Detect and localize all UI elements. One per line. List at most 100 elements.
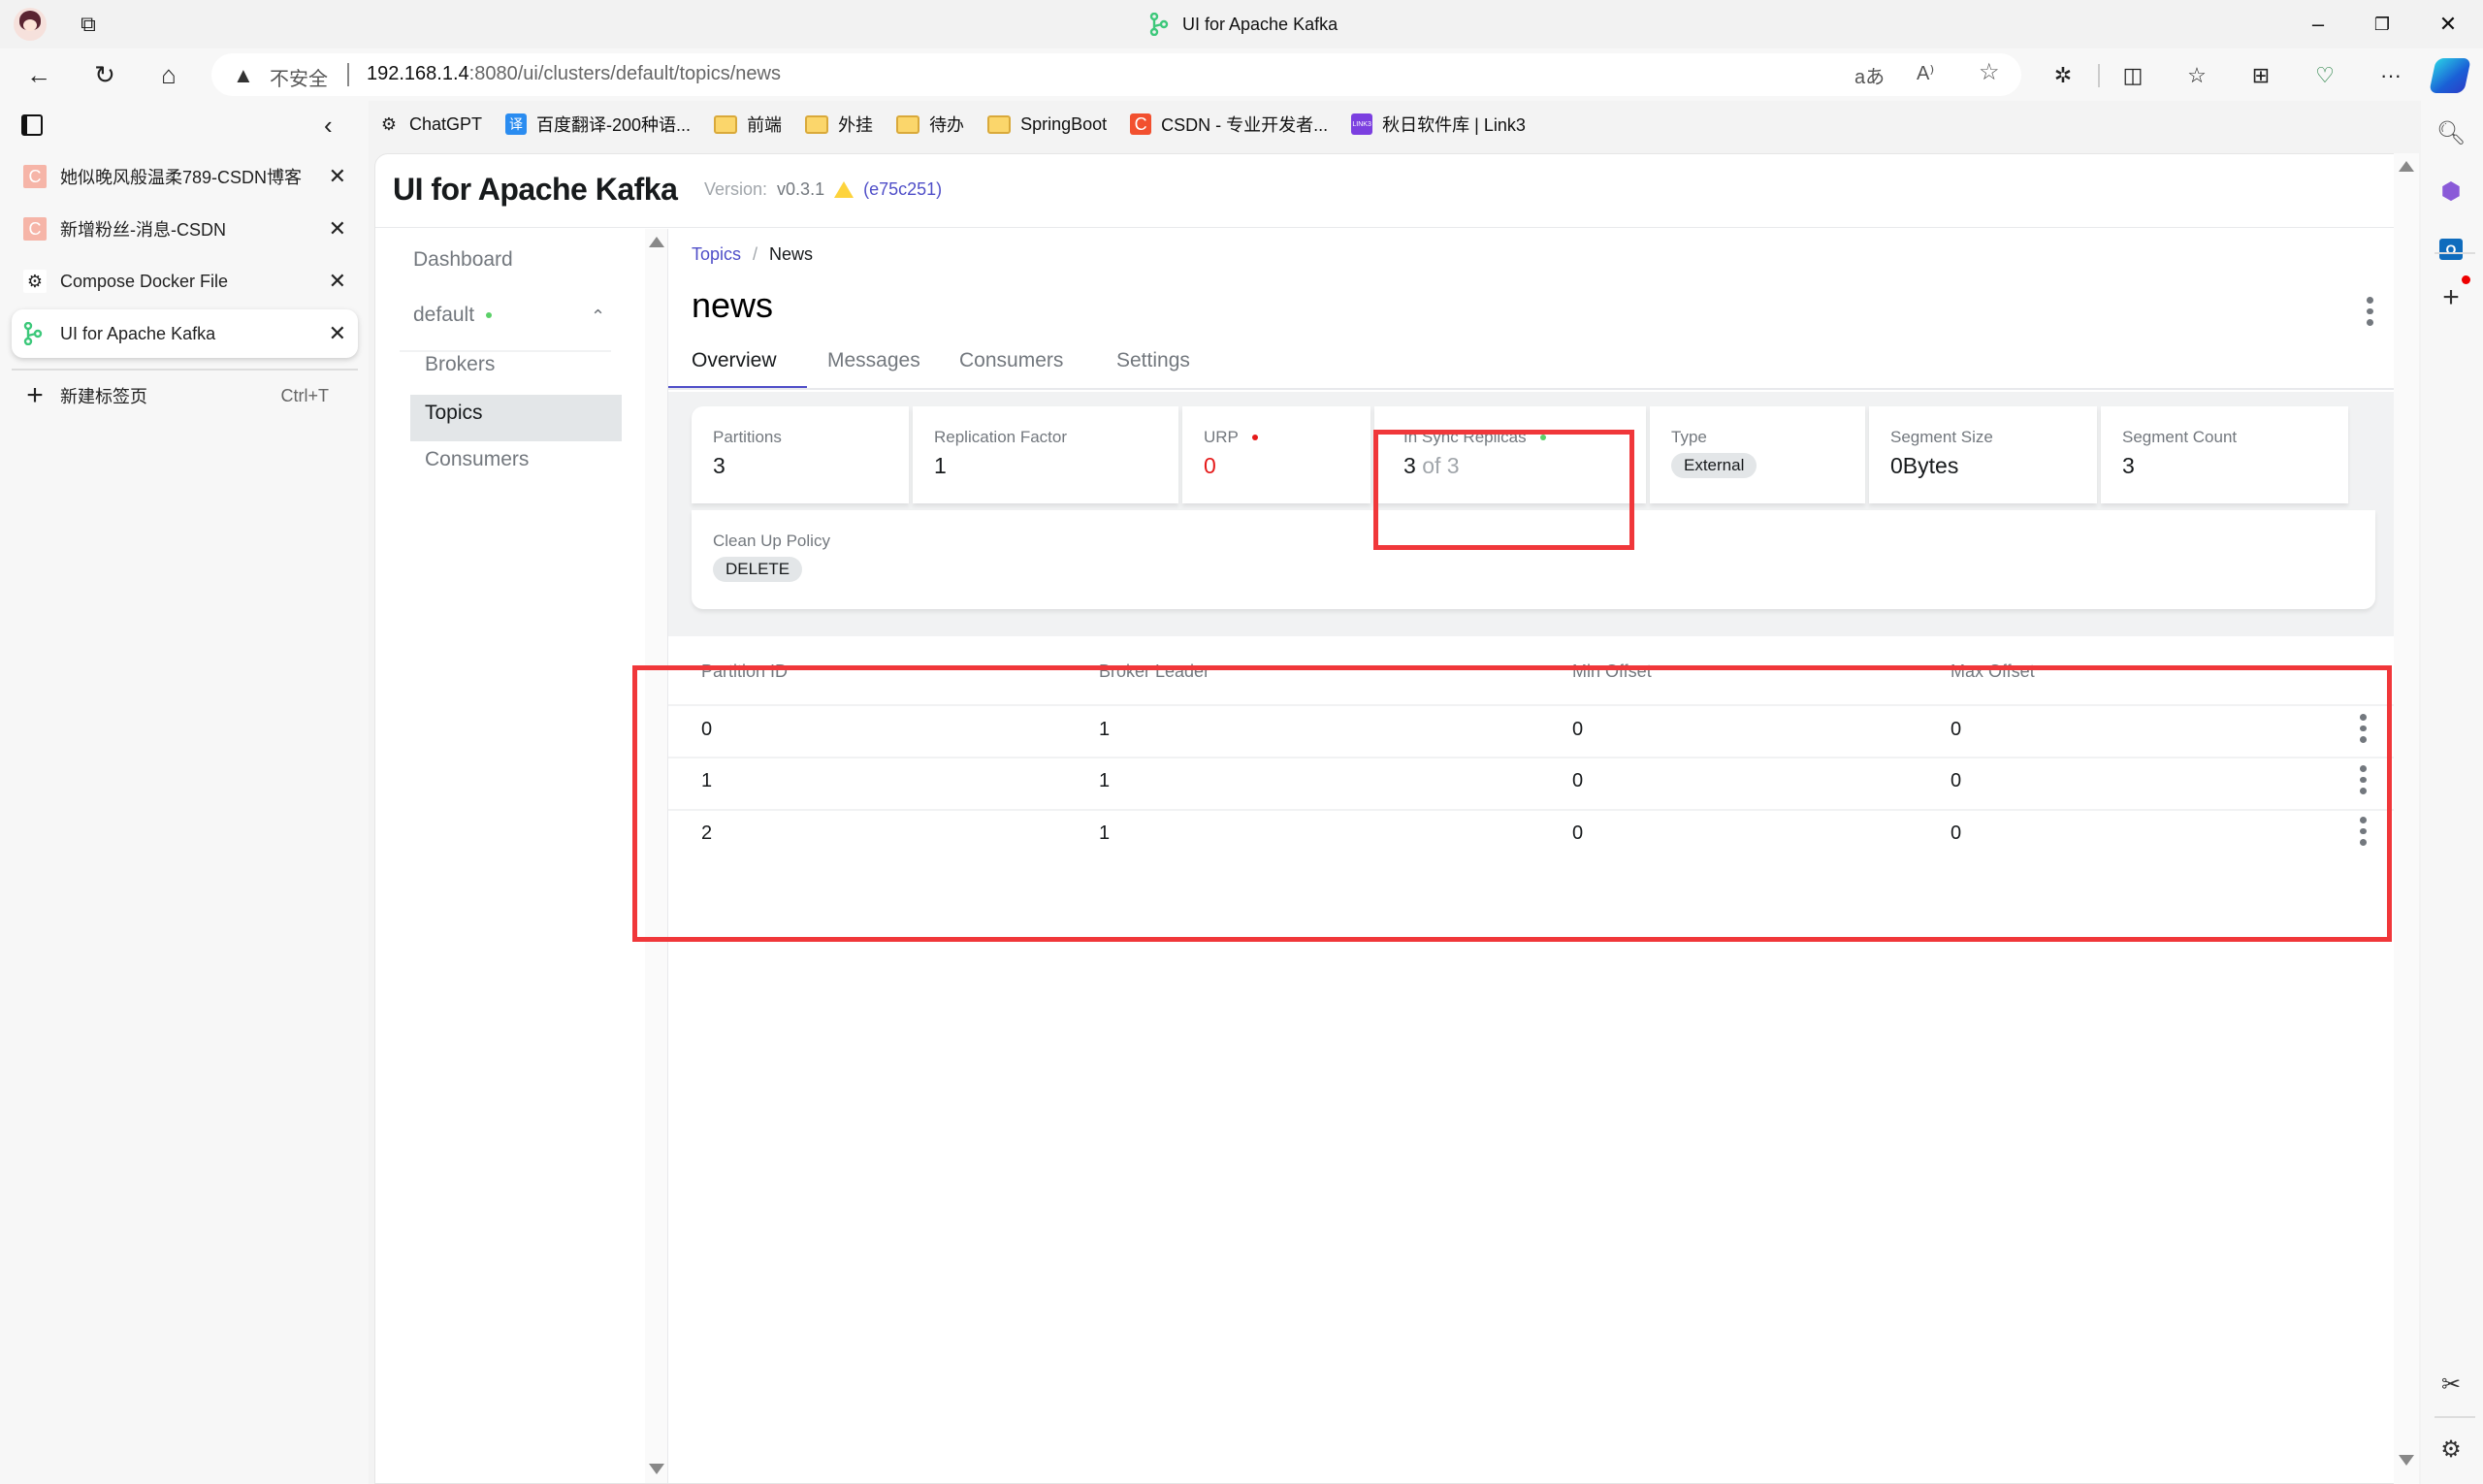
- chatgpt-icon: ⚙: [380, 113, 398, 134]
- home-button[interactable]: ⌂: [151, 57, 186, 92]
- translate-icon[interactable]: aあ: [1854, 61, 1885, 89]
- nav-consumers[interactable]: Consumers: [425, 448, 529, 471]
- tab-consumers[interactable]: Consumers: [959, 349, 1063, 372]
- minimize-button[interactable]: –: [2289, 8, 2347, 41]
- nav-brokers[interactable]: Brokers: [425, 353, 495, 376]
- bookmark-label: 秋日软件库 | Link3: [1382, 115, 1526, 135]
- add-sidebar-app-icon[interactable]: +: [2435, 281, 2467, 314]
- favorite-star-icon[interactable]: ☆: [1979, 58, 2000, 86]
- bookmark-link3[interactable]: LINK3 秋日软件库 | Link3: [1351, 112, 1526, 137]
- folder-icon: [805, 114, 829, 134]
- column-header: Partition ID: [701, 661, 789, 681]
- topic-actions-menu[interactable]: [2360, 297, 2379, 327]
- tab-item[interactable]: C 新增粉丝-消息-CSDN ✕: [12, 205, 358, 253]
- warning-icon[interactable]: ▲: [233, 63, 254, 88]
- breadcrumb: Topics / News: [692, 244, 813, 265]
- scroll-up-arrow[interactable]: [649, 237, 664, 247]
- tabs-divider: [12, 369, 358, 371]
- close-tab-icon[interactable]: ✕: [329, 164, 346, 189]
- edge-divider: [2435, 1416, 2475, 1418]
- settings-gear-icon[interactable]: ⚙: [2435, 1433, 2467, 1466]
- url-text[interactable]: 192.168.1.4:8080/ui/clusters/default/top…: [367, 63, 781, 85]
- new-tab-button[interactable]: + 新建标签页 Ctrl+T: [12, 371, 358, 420]
- breadcrumb-separator: /: [753, 244, 758, 264]
- metric-value: 1: [934, 453, 947, 478]
- bookmark-folder-todo[interactable]: 待办: [896, 112, 964, 137]
- bookmark-baidu-translate[interactable]: 译百度翻译-200种语...: [505, 112, 691, 137]
- row-actions-menu[interactable]: [2353, 817, 2372, 847]
- breadcrumb-topics[interactable]: Topics: [692, 244, 741, 265]
- tab-overview[interactable]: Overview: [692, 349, 777, 372]
- cell-partition-id: 2: [701, 823, 713, 844]
- bookmark-folder-frontend[interactable]: 前端: [714, 112, 782, 137]
- cleanup-policy-label: Clean Up Policy: [713, 532, 830, 550]
- read-aloud-glyph: A: [1917, 63, 1930, 84]
- tab-messages[interactable]: Messages: [827, 349, 920, 372]
- column-header: Min Offset: [1572, 661, 1652, 681]
- back-button[interactable]: ←: [21, 57, 56, 92]
- close-window-button[interactable]: ✕: [2419, 8, 2477, 41]
- row-actions-menu[interactable]: [2353, 714, 2372, 744]
- metrics-row: Partitions 3 Replication Factor 1 URP 0 …: [692, 406, 2375, 505]
- cell-partition-id: 0: [701, 719, 713, 740]
- baidu-translate-icon: 译: [505, 113, 528, 135]
- app-brand[interactable]: UI for Apache Kafka: [393, 172, 678, 208]
- tab-label: 她似晚风般温柔789-CSDN博客: [60, 168, 303, 187]
- row-actions-menu[interactable]: [2353, 765, 2372, 795]
- chevron-up-icon[interactable]: ⌃: [591, 306, 605, 327]
- column-header: Max Offset: [1951, 661, 2035, 681]
- favorites-icon[interactable]: ☆: [2180, 59, 2213, 92]
- topic-title: news: [692, 285, 774, 325]
- nav-dashboard[interactable]: Dashboard: [413, 248, 513, 272]
- security-label[interactable]: 不安全: [270, 63, 328, 91]
- cell-broker-leader: 1: [1099, 719, 1111, 740]
- scroll-down-arrow[interactable]: [2399, 1455, 2414, 1466]
- folder-icon: [714, 114, 738, 134]
- tab-actions-icon[interactable]: ⧉: [76, 12, 101, 37]
- type-badge: External: [1671, 453, 1757, 478]
- tab-label: 新增粉丝-消息-CSDN: [60, 220, 226, 240]
- collections-icon[interactable]: ⊞: [2244, 59, 2277, 92]
- nav-cluster-default[interactable]: default: [413, 304, 492, 327]
- warning-icon[interactable]: [834, 181, 855, 198]
- cell-partition-id: 1: [701, 770, 713, 791]
- bookmark-csdn[interactable]: C CSDN - 专业开发者...: [1130, 112, 1328, 137]
- tab-panel-icon[interactable]: [21, 114, 43, 136]
- tab-item[interactable]: ⚙ Compose Docker File ✕: [12, 257, 358, 306]
- scroll-down-arrow[interactable]: [649, 1464, 664, 1474]
- bookmark-folder-springboot[interactable]: SpringBoot: [987, 114, 1107, 135]
- row-divider: [668, 757, 2395, 758]
- close-tab-icon[interactable]: ✕: [329, 216, 346, 242]
- nav-topics[interactable]: Topics: [425, 402, 483, 425]
- screenshot-icon[interactable]: ✂: [2435, 1368, 2467, 1401]
- read-aloud-icon[interactable]: A⁾: [1917, 61, 1934, 85]
- extensions-icon[interactable]: ✲: [2047, 59, 2080, 92]
- tab-item-active[interactable]: UI for Apache Kafka ✕: [12, 309, 358, 358]
- tab-item[interactable]: C 她似晚风般温柔789-CSDN博客 ✕: [12, 152, 358, 201]
- address-bar[interactable]: ▲ 不安全 192.168.1.4:8080/ui/clusters/defau…: [211, 53, 2021, 96]
- commit-link[interactable]: (e75c251): [863, 179, 942, 200]
- scroll-up-arrow[interactable]: [2399, 161, 2414, 172]
- close-tab-icon[interactable]: ✕: [329, 269, 346, 294]
- bookmark-chatgpt[interactable]: ⚙ ChatGPT: [378, 113, 482, 135]
- metric-segment-size: Segment Size 0Bytes: [1869, 406, 2097, 503]
- bookmark-folder-plugins[interactable]: 外挂: [805, 112, 873, 137]
- more-menu-icon[interactable]: ···: [2374, 59, 2407, 92]
- page-scrollbar[interactable]: [2394, 153, 2419, 1484]
- microsoft365-icon[interactable]: ⬢: [2435, 175, 2467, 208]
- collapse-panel-icon[interactable]: ‹: [324, 111, 333, 141]
- chatgpt-icon: ⚙: [23, 270, 47, 293]
- split-screen-icon[interactable]: ◫: [2116, 59, 2149, 92]
- profile-avatar[interactable]: [14, 8, 47, 41]
- close-tab-icon[interactable]: ✕: [329, 321, 346, 346]
- nav-scrollbar[interactable]: [645, 229, 668, 1483]
- metric-value: 3: [1403, 453, 1416, 478]
- browser-essentials-icon[interactable]: ♡: [2308, 59, 2341, 92]
- tab-settings[interactable]: Settings: [1116, 349, 1190, 372]
- cluster-name: default: [413, 304, 475, 326]
- restore-button[interactable]: ❐: [2353, 8, 2411, 41]
- left-navigation: Dashboard default ⌃ Brokers Topics Consu…: [375, 229, 668, 1483]
- search-icon[interactable]: 🔍︎: [2435, 116, 2467, 149]
- outlook-icon[interactable]: O: [2435, 233, 2467, 266]
- refresh-button[interactable]: ↻: [87, 57, 122, 92]
